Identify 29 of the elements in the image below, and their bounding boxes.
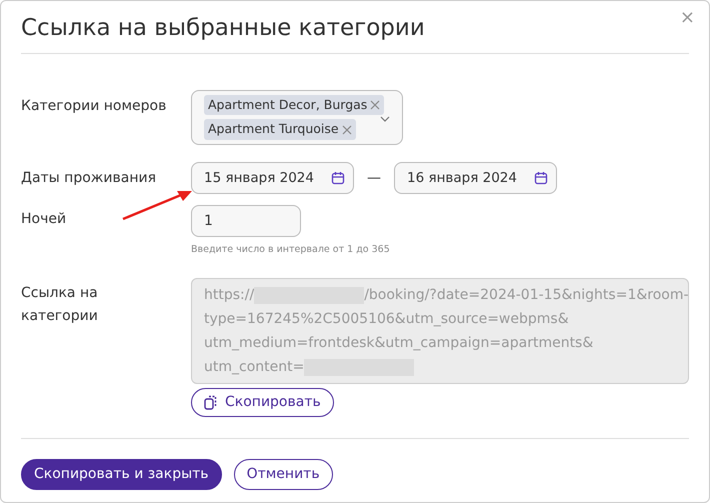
link-text: https:// [204, 287, 254, 304]
link-text: type=167245%2C5005106&utm_source=webpms& [204, 311, 569, 328]
calendar-icon[interactable] [534, 171, 548, 186]
category-tag: Apartment Turquoise [204, 119, 356, 140]
hint-text: Введите число в интервале от 1 до 365 [191, 243, 390, 258]
field-label: Ночей [21, 210, 68, 230]
chevron-down-icon[interactable] [380, 116, 390, 122]
calendar-icon[interactable] [331, 171, 345, 186]
field-label: Категории номеров [21, 96, 168, 116]
field-label: Ссылка на категории [21, 284, 99, 326]
link-text: utm_medium=frontdesk&utm_campaign=apartments& [204, 335, 594, 352]
date-field[interactable]: 16 января 2024 [394, 162, 557, 194]
link-text: utm_content= [204, 359, 304, 376]
date-value: 16 января 2024 [407, 168, 517, 188]
annotation-arrow [121, 189, 193, 221]
field-label: Даты проживания [21, 169, 157, 188]
category-tag: Apartment Decor, Burgas [204, 94, 384, 116]
category-select[interactable]: Apartment Decor, Burgas Apartment Turquoise [191, 90, 403, 146]
remove-icon[interactable] [370, 100, 380, 110]
date-value: 15 января 2024 [204, 168, 314, 188]
nights-field[interactable]: 1 [191, 205, 301, 238]
cancel-button[interactable]: Отменить [234, 458, 333, 490]
remove-icon[interactable] [342, 124, 352, 135]
date-separator: — [367, 169, 381, 188]
copy-icon [204, 394, 219, 411]
copy-button[interactable]: Скопировать [191, 388, 334, 418]
link-text: /booking/?date=2024-01-15&nights=1&room- [364, 287, 689, 304]
date-field[interactable]: 15 января 2024 [191, 162, 354, 194]
copy-close-button[interactable]: Скопировать и закрыть [21, 458, 222, 490]
